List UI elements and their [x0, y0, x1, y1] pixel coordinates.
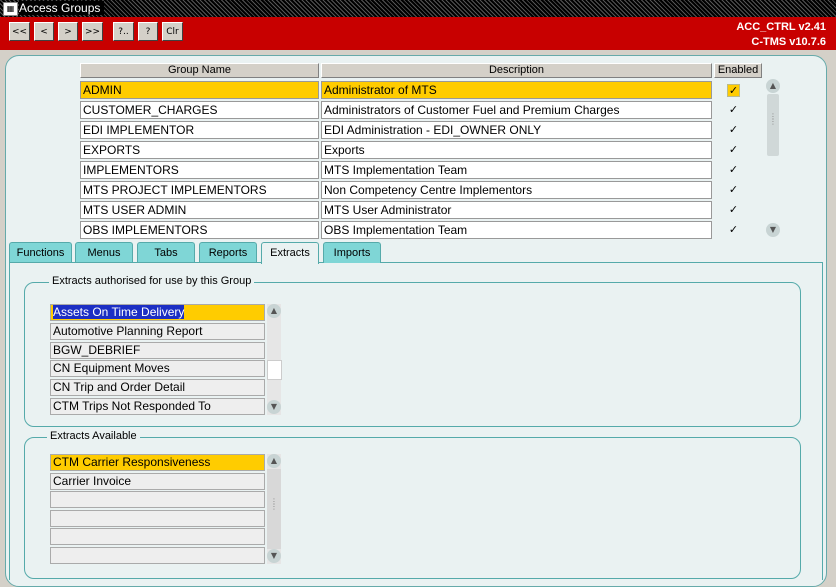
scroll-thumb[interactable]: [267, 360, 282, 380]
query-button[interactable]: ?..: [113, 22, 134, 41]
authorised-extract-item[interactable]: CTM Trips Not Responded To: [50, 398, 265, 415]
available-extract-item[interactable]: [50, 528, 265, 545]
enabled-checkbox[interactable]: ✓: [727, 124, 740, 137]
authorised-scrollbar[interactable]: ▲ ▼: [267, 304, 282, 415]
app-version: ACC_CTRL v2.41: [736, 21, 826, 33]
group-description-cell[interactable]: MTS User Administrator: [321, 201, 712, 219]
enabled-checkbox[interactable]: ✓: [727, 164, 740, 177]
group-description-cell[interactable]: Exports: [321, 141, 712, 159]
previous-record-button[interactable]: <: [34, 22, 54, 41]
system-version: C-TMS v10.7.6: [751, 36, 826, 48]
available-extract-item[interactable]: CTM Carrier Responsiveness: [50, 454, 265, 471]
group-description-cell[interactable]: Administrators of Customer Fuel and Prem…: [321, 101, 712, 119]
authorised-extract-item[interactable]: BGW_DEBRIEF: [50, 342, 265, 359]
scroll-down-icon[interactable]: ▼: [267, 400, 281, 414]
app-icon: ▦: [3, 2, 18, 16]
next-record-button[interactable]: >: [58, 22, 78, 41]
help-button[interactable]: ?: [138, 22, 158, 41]
header-group-name: Group Name: [80, 63, 319, 78]
enabled-checkbox[interactable]: ✓: [727, 184, 740, 197]
group-name-cell[interactable]: EDI IMPLEMENTOR: [80, 121, 319, 139]
available-extract-item[interactable]: [50, 510, 265, 527]
group-name-cell[interactable]: ADMIN: [80, 81, 319, 99]
group-description-cell[interactable]: Administrator of MTS: [321, 81, 712, 99]
group-description-cell[interactable]: MTS Implementation Team: [321, 161, 712, 179]
tab-functions[interactable]: Functions: [9, 242, 72, 263]
group-name-cell[interactable]: MTS PROJECT IMPLEMENTORS: [80, 181, 319, 199]
group-name-cell[interactable]: IMPLEMENTORS: [80, 161, 319, 179]
available-scrollbar[interactable]: ▲ ⋮ ⋮ ▼: [267, 454, 281, 564]
available-extract-item[interactable]: Carrier Invoice: [50, 473, 265, 490]
available-extracts-label: Extracts Available: [47, 430, 140, 442]
authorised-extracts-label: Extracts authorised for use by this Grou…: [49, 275, 255, 287]
authorised-extract-item[interactable]: CN Equipment Moves: [50, 360, 265, 377]
header-description: Description: [321, 63, 712, 78]
group-name-cell[interactable]: MTS USER ADMIN: [80, 201, 319, 219]
group-name-cell[interactable]: EXPORTS: [80, 141, 319, 159]
authorised-extract-item[interactable]: Automotive Planning Report: [50, 323, 265, 340]
header-enabled: Enabled: [714, 63, 762, 78]
tab-menus[interactable]: Menus: [75, 242, 133, 263]
scroll-grip-icon: ⋮ ⋮: [769, 112, 777, 126]
enabled-checkbox[interactable]: ✓: [727, 144, 740, 157]
group-description-cell[interactable]: OBS Implementation Team: [321, 221, 712, 239]
scroll-up-icon[interactable]: ▲: [267, 304, 281, 318]
enabled-checkbox[interactable]: ✓: [727, 224, 740, 237]
group-name-cell[interactable]: OBS IMPLEMENTORS: [80, 221, 319, 239]
last-record-button[interactable]: >>: [82, 22, 103, 41]
tab-tabs[interactable]: Tabs: [137, 242, 195, 263]
window-title: Access Groups: [19, 1, 105, 15]
scroll-up-icon[interactable]: ▲: [766, 79, 780, 93]
scroll-up-icon[interactable]: ▲: [267, 454, 281, 468]
scroll-down-icon[interactable]: ▼: [766, 223, 780, 237]
group-description-cell[interactable]: Non Competency Centre Implementors: [321, 181, 712, 199]
authorised-extract-item[interactable]: CN Trip and Order Detail: [50, 379, 265, 396]
authorised-extract-item[interactable]: Assets On Time Delivery: [50, 304, 265, 321]
scroll-grip-icon: ⋮ ⋮: [270, 497, 278, 511]
groups-scrollbar[interactable]: ▲ ⋮ ⋮ ▼: [766, 79, 780, 239]
first-record-button[interactable]: <<: [9, 22, 30, 41]
title-bar: ▦ Access Groups: [0, 0, 836, 17]
enabled-checkbox[interactable]: ✓: [727, 84, 740, 97]
group-name-cell[interactable]: CUSTOMER_CHARGES: [80, 101, 319, 119]
enabled-checkbox[interactable]: ✓: [727, 104, 740, 117]
clear-button[interactable]: Clr: [162, 22, 183, 41]
tab-reports[interactable]: Reports: [199, 242, 257, 263]
scroll-down-icon[interactable]: ▼: [267, 549, 281, 563]
tab-imports[interactable]: Imports: [323, 242, 381, 263]
available-extract-item[interactable]: [50, 491, 265, 508]
group-description-cell[interactable]: EDI Administration - EDI_OWNER ONLY: [321, 121, 712, 139]
toolbar: << < > >> ?.. ? Clr ACC_CTRL v2.41 C-TMS…: [0, 17, 836, 50]
available-extract-item[interactable]: [50, 547, 265, 564]
enabled-checkbox[interactable]: ✓: [727, 204, 740, 217]
tab-extracts[interactable]: Extracts: [261, 242, 319, 264]
